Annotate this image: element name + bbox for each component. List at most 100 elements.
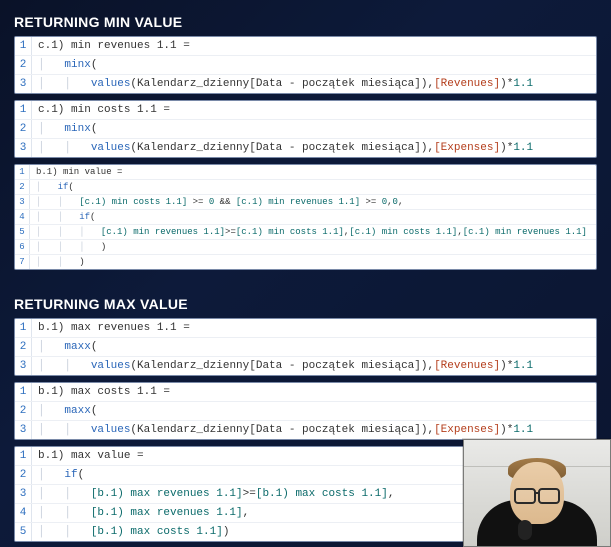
code-content: b.1) max costs 1.1 = bbox=[32, 383, 596, 401]
token-col: [Expenses] bbox=[434, 142, 500, 154]
indent-guide: │ │ bbox=[38, 360, 91, 372]
code-content: │ │ ) bbox=[30, 255, 596, 269]
code-line: 1b.1) min value = bbox=[15, 165, 596, 180]
code-line: 4│ │ if( bbox=[15, 210, 596, 225]
token-fn: if bbox=[79, 212, 90, 222]
line-number: 1 bbox=[15, 383, 32, 401]
code-block: 1 b.1) max revenues 1.1 = 2 │ maxx(3│ │ val… bbox=[14, 318, 597, 376]
indent-guide: │ bbox=[38, 405, 64, 417]
token-mea: [c.1) min costs 1.1] bbox=[236, 227, 344, 237]
indent-guide: │ bbox=[38, 123, 64, 135]
line-number: 2 bbox=[15, 338, 32, 356]
line-number: 2 bbox=[15, 120, 32, 138]
token-op: ( bbox=[78, 469, 85, 481]
line-number: 3 bbox=[15, 357, 32, 375]
line-number: 3 bbox=[15, 421, 32, 439]
token-fn: maxx bbox=[64, 341, 90, 353]
code-line: 2 │ maxx( bbox=[15, 338, 596, 357]
line-number: 7 bbox=[15, 255, 30, 269]
token-op: ) bbox=[500, 360, 507, 372]
code-content: │ │ values(Kalendarz_dzienny[Data - pocz… bbox=[32, 357, 596, 375]
token-mea: [b.1) max costs 1.1] bbox=[91, 526, 223, 538]
line-number: 5 bbox=[15, 523, 32, 541]
code-content: c.1) min revenues 1.1 = bbox=[32, 37, 596, 55]
token-op: ( bbox=[91, 341, 98, 353]
token-plain: b.1) max value = bbox=[38, 450, 144, 462]
token-op: >= bbox=[243, 488, 256, 500]
indent-guide: │ bbox=[36, 182, 58, 192]
token-op: ) bbox=[500, 142, 507, 154]
code-line: 3│ │ values(Kalendarz_dzienny[Data - poc… bbox=[15, 139, 596, 157]
code-line: 5│ │ │ [c.1) min revenues 1.1]>=[c.1) mi… bbox=[15, 225, 596, 240]
token-op: ) bbox=[223, 526, 230, 538]
code-content: │ maxx( bbox=[32, 402, 596, 420]
line-number: 2 bbox=[15, 56, 32, 74]
token-num: 1.1 bbox=[513, 142, 533, 154]
token-mea: [c.1) min costs 1.1] bbox=[79, 197, 187, 207]
token-op: ) bbox=[101, 242, 106, 252]
line-number: 2 bbox=[15, 180, 30, 194]
code-line: 1 c.1) min revenues 1.1 = bbox=[15, 37, 596, 56]
token-op: , bbox=[398, 197, 403, 207]
token-plain: b.1) max costs 1.1 = bbox=[38, 386, 170, 398]
indent-guide: │ bbox=[38, 59, 64, 71]
token-fn: if bbox=[64, 469, 77, 481]
code-content: b.1) min value = bbox=[30, 165, 596, 179]
code-line: 6│ │ │ ) bbox=[15, 240, 596, 255]
code-content: │ │ values(Kalendarz_dzienny[Data - pocz… bbox=[32, 421, 596, 439]
code-block: 1b.1) min value =2│ if(3│ │ [c.1) min co… bbox=[14, 164, 597, 270]
code-content: │ │ │ [c.1) min revenues 1.1]>=[c.1) min… bbox=[30, 225, 596, 239]
line-number: 1 bbox=[15, 165, 30, 179]
code-block: 1c.1) min revenues 1.1 =2│ minx(3│ │ val… bbox=[14, 36, 597, 94]
token-plain: (Kalendarz_dzienny[Data - początek miesi… bbox=[130, 360, 434, 372]
token-plain: (Kalendarz_dzienny[Data - początek miesi… bbox=[130, 78, 434, 90]
token-col: [Revenues] bbox=[434, 78, 500, 90]
token-op: , bbox=[388, 488, 395, 500]
indent-guide: │ │ bbox=[38, 526, 91, 538]
line-number: 2 bbox=[15, 402, 32, 420]
code-line: 3│ │ values(Kalendarz_dzienny[Data - poc… bbox=[15, 421, 596, 439]
token-plain: b.1) max revenues 1.1 = bbox=[38, 322, 190, 334]
token-op: >= bbox=[360, 197, 382, 207]
code-content: │ │ values(Kalendarz_dzienny[Data - pocz… bbox=[32, 139, 596, 157]
line-number: 4 bbox=[15, 504, 32, 522]
code-block: 1 b.1) max costs 1.1 = 2│ maxx(3│ │ values… bbox=[14, 382, 597, 440]
line-number: 3 bbox=[15, 75, 32, 93]
token-fn: minx bbox=[64, 59, 90, 71]
code-line: 2│ if( bbox=[15, 180, 596, 195]
line-number: 1 bbox=[15, 319, 32, 337]
code-content: │ minx( bbox=[32, 56, 596, 74]
line-number: 5 bbox=[15, 225, 30, 239]
token-op: && bbox=[214, 197, 236, 207]
indent-guide: │ │ │ bbox=[36, 227, 101, 237]
line-number: 3 bbox=[15, 195, 30, 209]
code-line: 2│ minx( bbox=[15, 56, 596, 75]
webcam-microphone bbox=[518, 520, 532, 540]
token-op: ) bbox=[79, 257, 84, 267]
token-fn: maxx bbox=[64, 405, 90, 417]
code-line: 1 b.1) max costs 1.1 = bbox=[15, 383, 596, 402]
line-number: 1 bbox=[15, 101, 32, 119]
indent-guide: │ │ bbox=[38, 507, 91, 519]
token-mea: [b.1) max costs 1.1] bbox=[256, 488, 388, 500]
line-number: 1 bbox=[15, 37, 32, 55]
indent-guide: │ │ bbox=[38, 142, 91, 154]
token-fn: values bbox=[91, 142, 131, 154]
token-mea: [c.1) min costs 1.1] bbox=[349, 227, 457, 237]
section-heading: RETURNING MAX VALUE bbox=[0, 296, 611, 318]
line-number: 6 bbox=[15, 240, 30, 254]
indent-guide: │ │ bbox=[36, 212, 79, 222]
line-number: 3 bbox=[15, 485, 32, 503]
code-line: 1 b.1) max revenues 1.1 = bbox=[15, 319, 596, 338]
token-plain: c.1) min revenues 1.1 = bbox=[38, 40, 190, 52]
token-op: ) bbox=[500, 78, 507, 90]
token-fn: values bbox=[91, 424, 131, 436]
token-plain: (Kalendarz_dzienny[Data - początek miesi… bbox=[130, 424, 434, 436]
code-content: │ │ [c.1) min costs 1.1] >= 0 && [c.1) m… bbox=[30, 195, 596, 209]
indent-guide: │ bbox=[38, 341, 64, 353]
line-number: 1 bbox=[15, 447, 32, 465]
indent-guide: │ │ bbox=[36, 197, 79, 207]
token-fn: minx bbox=[64, 123, 90, 135]
token-col: [Expenses] bbox=[434, 424, 500, 436]
line-number: 2 bbox=[15, 466, 32, 484]
